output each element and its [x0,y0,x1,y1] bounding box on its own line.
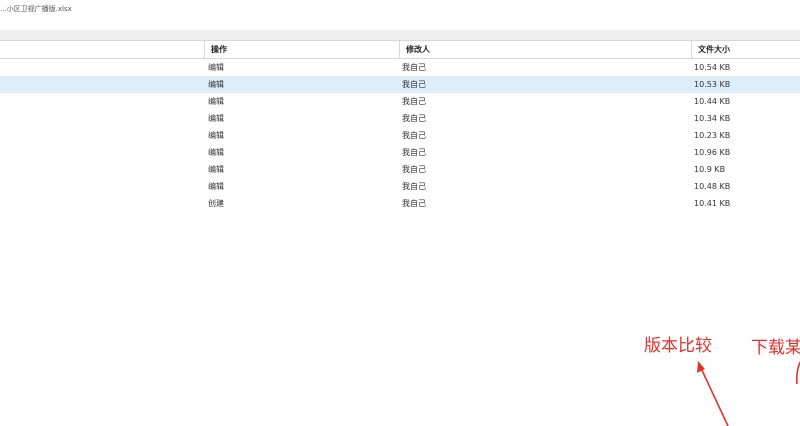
arrow-to-compare [697,361,729,426]
table-row[interactable]: 编辑 我自己 10.53 KB [0,76,800,93]
row-size: 10.54 KB [694,63,731,72]
row-size: 10.96 KB [694,148,731,157]
row-editor: 我自己 [402,199,426,208]
title-bar: ...小区卫视广播版.xlsx [0,0,800,30]
column-header-action[interactable]: 操作 [204,41,399,58]
row-editor: 我自己 [402,97,426,106]
row-editor: 我自己 [402,165,426,174]
table-row[interactable]: 编辑 我自己 10.44 KB [0,93,800,110]
row-action: 编辑 [208,165,224,174]
row-action: 编辑 [208,148,224,157]
table-header: 操作 修改人 文件大小 [0,40,800,59]
annotation-download: 下载某 [751,338,800,358]
row-editor: 我自己 [402,80,426,89]
arrow-line-compare [699,365,729,426]
table-row[interactable]: 编辑 我自己 10.54 KB [0,59,800,76]
row-size: 10.48 KB [694,182,731,191]
row-action: 编辑 [208,97,224,106]
table-row[interactable]: 创建 我自己 10.41 KB [0,195,800,212]
row-size: 10.41 KB [694,199,731,208]
row-action: 编辑 [208,63,224,72]
row-size: 10.23 KB [694,131,731,140]
annotation-version-compare: 版本比较 [644,336,712,356]
row-action: 编辑 [208,80,224,89]
row-editor: 我自己 [402,131,426,140]
table-row[interactable]: 编辑 我自己 10.48 KB [0,178,800,195]
table-row[interactable]: 编辑 我自己 10.9 KB [0,161,800,178]
table-body: 编辑 我自己 10.54 KB 编辑 我自己 10.53 KB 编辑 我自己 1… [0,59,800,212]
row-editor: 我自己 [402,63,426,72]
row-size: 10.44 KB [694,97,731,106]
row-size: 10.9 KB [694,165,726,174]
row-editor: 我自己 [402,148,426,157]
column-header-size[interactable]: 文件大小 [691,41,800,58]
row-editor: 我自己 [402,114,426,123]
column-header-editor[interactable]: 修改人 [399,41,691,58]
toolbar-band [0,30,800,40]
table-row[interactable]: 编辑 我自己 10.34 KB [0,110,800,127]
row-action: 编辑 [208,182,224,191]
table-row[interactable]: 编辑 我自己 10.23 KB [0,127,800,144]
version-table: 操作 修改人 文件大小 编辑 我自己 10.54 KB 编辑 我自己 10.53… [0,40,800,212]
row-action: 编辑 [208,114,224,123]
row-size: 10.53 KB [694,80,731,89]
version-history-page: ...小区卫视广播版.xlsx 操作 修改人 文件大小 编辑 我自己 10.54… [0,0,800,426]
arrow-head-compare [697,361,705,373]
table-row[interactable]: 编辑 我自己 10.96 KB [0,144,800,161]
row-editor: 我自己 [402,182,426,191]
file-title: ...小区卫视广播版.xlsx [0,5,72,13]
row-action: 编辑 [208,131,224,140]
row-size: 10.34 KB [694,114,731,123]
row-action: 创建 [208,199,224,208]
